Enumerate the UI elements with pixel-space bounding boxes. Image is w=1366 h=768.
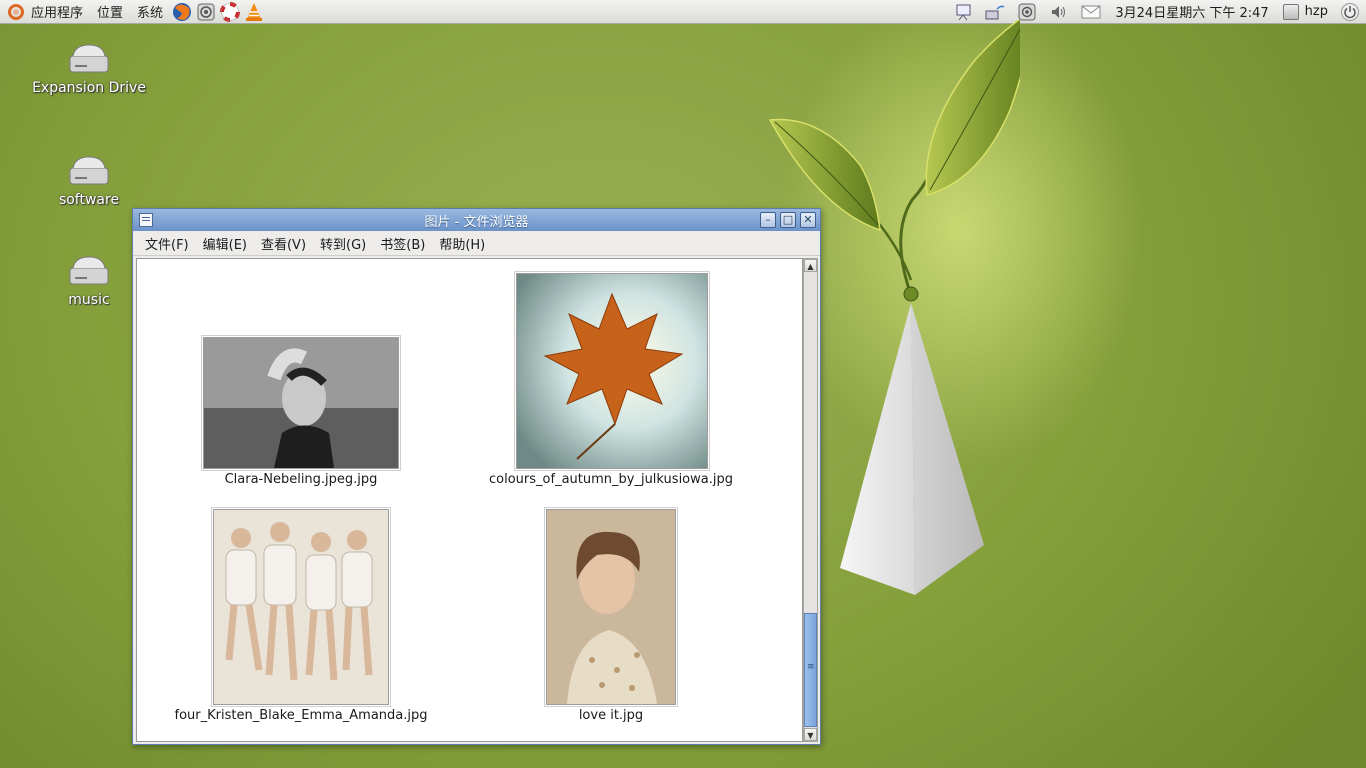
speaker-app-icon[interactable]	[196, 2, 216, 22]
window-title: 图片 - 文件浏览器	[424, 214, 529, 230]
scrollbar-thumb[interactable]	[804, 613, 817, 727]
hard-drive-icon	[69, 44, 109, 73]
menu-file[interactable]: 文件(F)	[138, 234, 196, 253]
vertical-scrollbar[interactable]: ▲ ▼	[803, 258, 818, 742]
power-icon[interactable]	[1340, 2, 1360, 21]
ubuntu-logo-icon[interactable]	[8, 3, 24, 20]
user-switcher[interactable]: hzp	[1277, 3, 1334, 20]
user-name: hzp	[1304, 4, 1328, 19]
network-icon[interactable]	[985, 3, 1005, 21]
desktop-icon-software[interactable]: software	[29, 154, 149, 208]
minimize-button[interactable]: –	[760, 212, 776, 228]
desktop-icon-expansion-drive[interactable]: Expansion Drive	[29, 42, 149, 96]
clock[interactable]: 3月24日星期六 下午 2:47	[1107, 2, 1276, 21]
scroll-down-arrow-icon[interactable]: ▼	[804, 728, 817, 741]
hard-drive-icon	[69, 256, 109, 285]
file-name: colours_of_autumn_by_julkusiowa.jpg	[489, 472, 733, 487]
radio-icon[interactable]	[1017, 3, 1037, 21]
help-lifebuoy-icon[interactable]	[220, 1, 241, 22]
close-button[interactable]: ✕	[800, 212, 816, 228]
scroll-up-arrow-icon[interactable]: ▲	[804, 259, 817, 272]
window-titlebar[interactable]: 图片 - 文件浏览器 – □ ✕	[133, 209, 820, 231]
file-thumbnail[interactable]	[203, 337, 399, 469]
presentation-icon[interactable]	[953, 3, 973, 21]
desktop-icon-music[interactable]: music	[29, 254, 149, 308]
system-tray: 3月24日星期六 下午 2:47 hzp	[947, 2, 1366, 21]
window-menubar: 文件(F) 编辑(E) 查看(V) 转到(G) 书签(B) 帮助(H)	[133, 231, 820, 256]
menu-bookmarks[interactable]: 书签(B)	[373, 234, 432, 253]
firefox-icon[interactable]	[172, 2, 192, 22]
menu-applications[interactable]: 应用程序	[24, 2, 90, 21]
desktop-icon-label: Expansion Drive	[32, 80, 146, 96]
file-name: Clara-Nebeling.jpeg.jpg	[224, 472, 378, 487]
file-name: four_Kristen_Blake_Emma_Amanda.jpg	[174, 708, 428, 723]
file-thumbnail[interactable]	[213, 509, 389, 705]
menu-go[interactable]: 转到(G)	[313, 234, 373, 253]
file-thumbnail[interactable]	[546, 509, 676, 705]
menu-edit[interactable]: 编辑(E)	[196, 234, 254, 253]
menu-places[interactable]: 位置	[90, 2, 130, 21]
menu-system[interactable]: 系统	[130, 2, 170, 21]
maximize-button[interactable]: □	[780, 212, 796, 228]
menu-view[interactable]: 查看(V)	[254, 234, 313, 253]
mail-icon[interactable]	[1081, 3, 1101, 21]
window-menu-icon[interactable]	[139, 213, 153, 227]
file-thumbnail[interactable]	[516, 273, 708, 469]
user-icon	[1282, 3, 1299, 20]
desktop-icon-label: software	[58, 192, 120, 208]
vlc-icon[interactable]	[244, 2, 264, 22]
hard-drive-icon	[69, 156, 109, 185]
file-browser-window: 图片 - 文件浏览器 – □ ✕ 文件(F) 编辑(E) 查看(V) 转到(G)…	[132, 208, 821, 745]
top-panel: 应用程序 位置 系统 3月24日星期六 下午 2:47 hzp	[0, 0, 1366, 24]
menu-help[interactable]: 帮助(H)	[432, 234, 492, 253]
file-view[interactable]: Clara-Nebeling.jpeg.jpg colours_of_autum…	[136, 258, 803, 742]
file-name: love it.jpg	[578, 708, 644, 723]
desktop-icon-label: music	[68, 292, 110, 308]
volume-icon[interactable]	[1049, 3, 1069, 21]
